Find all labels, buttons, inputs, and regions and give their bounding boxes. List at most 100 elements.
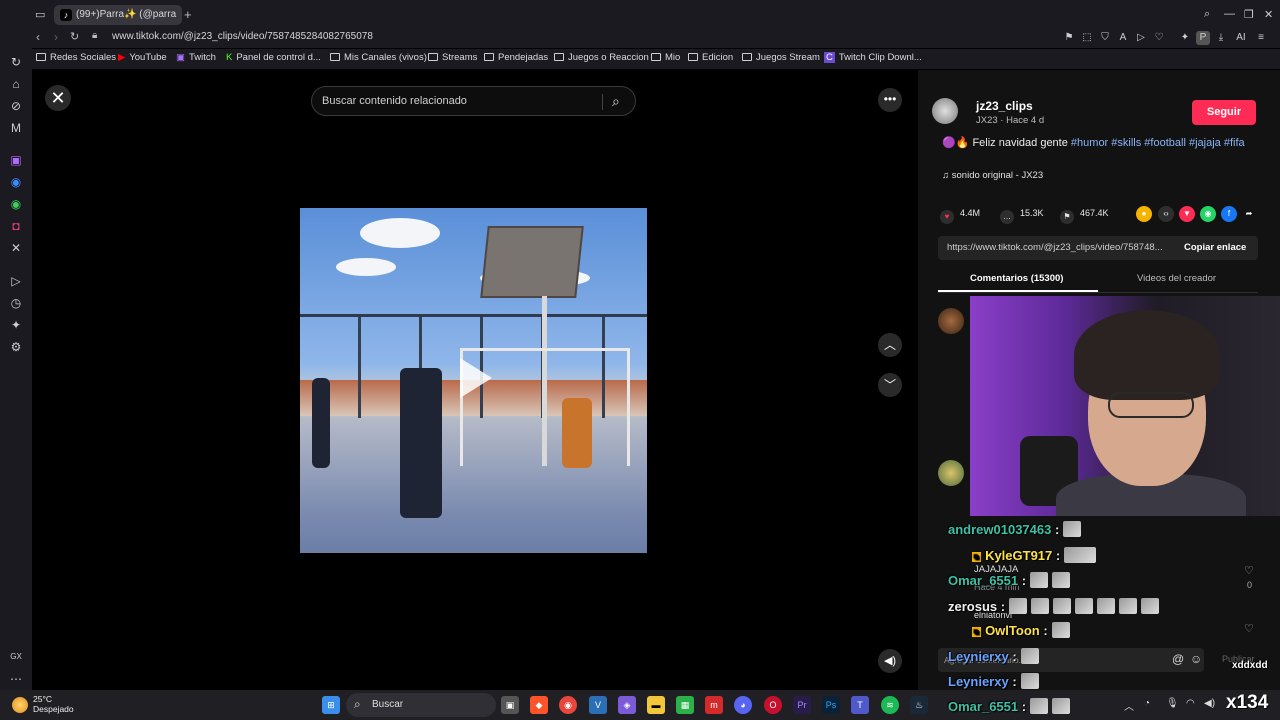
like-stat[interactable]: ♥ 4.4M xyxy=(940,208,980,224)
more-icon[interactable]: ⋯ xyxy=(8,671,24,687)
comment-like-icon[interactable]: ♡ xyxy=(1244,564,1254,577)
puzzle-icon[interactable]: ✦ xyxy=(1178,31,1192,45)
copy-link-button[interactable]: Copiar enlace xyxy=(1184,242,1246,253)
chrome-icon[interactable]: ◉ xyxy=(559,696,577,714)
mention-icon[interactable]: @ xyxy=(1172,652,1184,666)
weather-widget[interactable]: 25°C Despejado xyxy=(33,694,74,714)
tab-menu-icon[interactable]: ▭ xyxy=(35,8,45,21)
bookmark-3[interactable]: K Panel de control d... xyxy=(226,52,321,63)
copilot-icon[interactable]: ◈ xyxy=(618,696,636,714)
bookmark-8[interactable]: Mio xyxy=(651,52,680,63)
sidebar-slash-icon[interactable]: ⊘ xyxy=(8,98,24,114)
photoshop-icon[interactable]: Ps xyxy=(822,696,840,714)
bookmark-9[interactable]: Edicion xyxy=(688,52,733,63)
snapshot-icon[interactable]: ⬚ xyxy=(1080,31,1094,45)
explorer-icon[interactable]: ▬ xyxy=(647,696,665,714)
forward-icon[interactable]: › xyxy=(54,30,58,44)
comment-like-icon[interactable]: ♡ xyxy=(1244,622,1254,635)
bookmark-page-icon[interactable]: ⚑ xyxy=(1062,31,1076,45)
download-icon[interactable]: ⤓ xyxy=(1214,31,1228,45)
new-tab-button[interactable]: + xyxy=(184,7,192,22)
bookmark-11[interactable]: C Twitch Clip Downl... xyxy=(824,52,922,63)
previous-video-button[interactable]: ︿ xyxy=(878,333,902,357)
share-arrow-icon[interactable]: ➦ xyxy=(1241,206,1257,222)
search-icon[interactable]: ⌕ xyxy=(1204,8,1210,21)
ai-button[interactable]: AI xyxy=(1232,31,1250,45)
bookmark-4[interactable]: Mis Canales (vivos) xyxy=(330,52,427,63)
history-icon[interactable]: ◷ xyxy=(8,295,24,311)
translate-icon[interactable]: A xyxy=(1116,31,1130,45)
instagram-icon[interactable]: ◘ xyxy=(8,218,24,234)
settings-icon[interactable]: ⚙ xyxy=(8,339,24,355)
profile-icon[interactable]: P xyxy=(1196,31,1210,45)
brave-icon[interactable]: ◆ xyxy=(530,696,548,714)
comment-stat[interactable]: … 15.3K xyxy=(1000,208,1044,224)
hashtag[interactable]: #football xyxy=(1144,137,1186,149)
weather-icon[interactable] xyxy=(12,697,28,713)
comment-avatar[interactable] xyxy=(938,308,964,334)
creator-username[interactable]: jz23_clips xyxy=(976,99,1033,113)
play-ext-icon[interactable]: ▷ xyxy=(1134,31,1148,45)
whatsapp-share-icon[interactable]: ◉ xyxy=(1200,206,1216,222)
bookmark-0[interactable]: Redes Sociales xyxy=(36,52,116,63)
url-field[interactable]: www.tiktok.com/@jz23_clips/video/7587485… xyxy=(112,31,373,42)
tray-arrow-icon[interactable]: ︿ xyxy=(1124,698,1134,713)
coin-icon[interactable]: ● xyxy=(1136,206,1152,222)
task-view-icon[interactable]: ▣ xyxy=(501,696,519,714)
creator-avatar[interactable] xyxy=(932,98,958,124)
sidebar-speed-dial-icon[interactable]: ↻ xyxy=(8,54,24,70)
facebook-icon[interactable]: f xyxy=(1221,206,1237,222)
windows-start-icon[interactable]: ⊞ xyxy=(322,696,340,714)
taskbar-search[interactable]: ⌕ Buscar xyxy=(346,693,496,717)
vegas-icon[interactable]: V xyxy=(589,696,607,714)
shield-icon[interactable]: ⛉ xyxy=(1098,31,1112,45)
menu-icon[interactable]: ≡ xyxy=(1254,31,1268,45)
bookmark-10[interactable]: Juegos Stream xyxy=(742,52,820,63)
volume-button[interactable]: ◀) xyxy=(878,649,902,673)
premiere-icon[interactable]: Pr xyxy=(793,696,811,714)
next-video-button[interactable]: ﹀ xyxy=(878,373,902,397)
follow-button[interactable]: Seguir xyxy=(1192,100,1256,125)
opera-gx-icon[interactable]: O xyxy=(764,696,782,714)
store-icon[interactable]: ▦ xyxy=(676,696,694,714)
minimize-icon[interactable]: — xyxy=(1224,8,1235,20)
send-icon[interactable]: ▼ xyxy=(1179,206,1195,222)
play-icon[interactable] xyxy=(460,358,492,398)
sidebar-m-icon[interactable]: M xyxy=(8,120,24,136)
mic-icon[interactable]: 🎙︎ xyxy=(1166,698,1179,709)
discord-icon[interactable]: ◕ xyxy=(734,696,752,714)
reload-icon[interactable]: ↻ xyxy=(70,30,79,43)
maximize-icon[interactable]: ❐ xyxy=(1244,8,1254,21)
steam-icon[interactable]: ♨ xyxy=(910,696,928,714)
bookmark-5[interactable]: Streams xyxy=(428,52,477,63)
bookmark-6[interactable]: Pendejadas xyxy=(484,52,548,63)
bookmark-2[interactable]: ▣ Twitch xyxy=(176,52,216,63)
sound-link[interactable]: ♫ sonido original - JX23 xyxy=(942,170,1043,181)
player-icon[interactable]: ▷ xyxy=(8,273,24,289)
tab-creator-videos[interactable]: Videos del creador xyxy=(1137,273,1216,284)
messenger-icon[interactable]: ◉ xyxy=(8,174,24,190)
app-m-icon[interactable]: m xyxy=(705,696,723,714)
x-icon[interactable]: ✕ xyxy=(8,240,24,256)
more-options-button[interactable]: ••• xyxy=(878,88,902,112)
heart-ext-icon[interactable]: ♡ xyxy=(1152,31,1166,45)
spotify-icon[interactable]: ≋ xyxy=(881,696,899,714)
twitch-icon[interactable]: ▣ xyxy=(8,152,24,168)
hashtag[interactable]: #fifa xyxy=(1224,137,1245,149)
bookmark-7[interactable]: Juegos o Reaccion xyxy=(554,52,649,63)
extensions-icon[interactable]: ✦ xyxy=(8,317,24,333)
video-link[interactable]: https://www.tiktok.com/@jz23_clips/video… xyxy=(947,242,1175,253)
sidebar-box-icon[interactable]: ⌂ xyxy=(8,76,24,92)
hashtag[interactable]: #jajaja xyxy=(1189,137,1221,149)
hashtag[interactable]: #humor xyxy=(1071,137,1108,149)
related-search-input[interactable]: Buscar contenido relacionado ⌕ xyxy=(311,86,636,116)
back-icon[interactable]: ‹ xyxy=(36,30,40,44)
tab-comments[interactable]: Comentarios (15300) xyxy=(970,273,1063,284)
close-video-button[interactable]: ✕ xyxy=(45,85,71,111)
search-icon[interactable]: ⌕ xyxy=(612,93,620,110)
emoji-icon[interactable]: ☺ xyxy=(1190,652,1202,666)
hashtag[interactable]: #skills xyxy=(1111,137,1141,149)
teams-icon[interactable]: T xyxy=(851,696,869,714)
embed-icon[interactable]: ‹› xyxy=(1158,206,1174,222)
wifi-icon[interactable]: ◠ xyxy=(1186,698,1195,709)
